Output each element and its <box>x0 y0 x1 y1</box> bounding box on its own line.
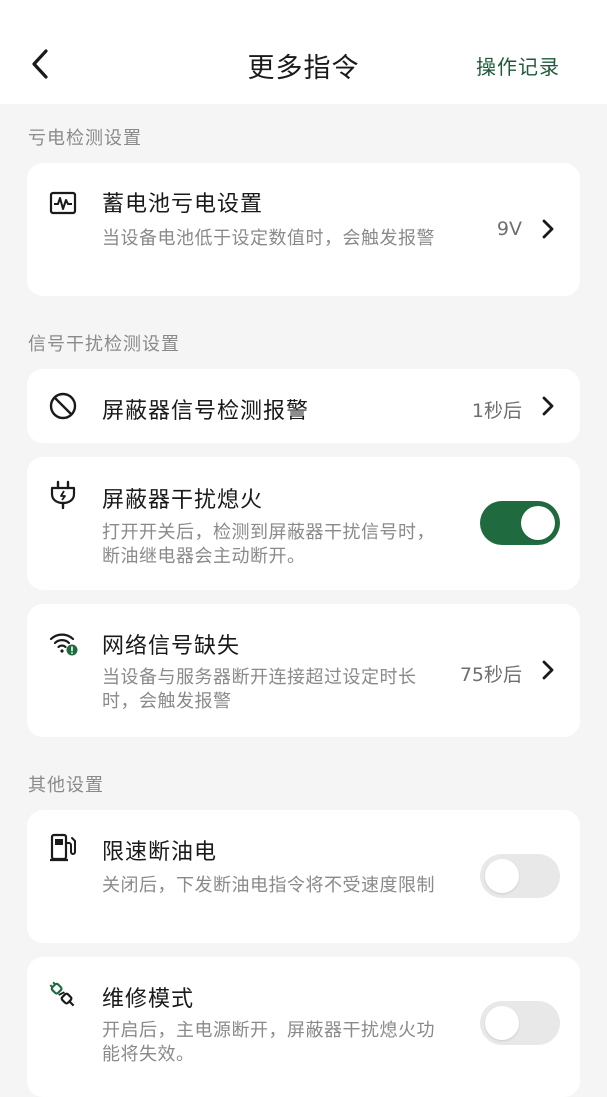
chevron-right-icon <box>540 659 556 681</box>
section-title-battery: 亏电检测设置 <box>28 128 142 149</box>
unplug-icon <box>47 979 79 1011</box>
card-title: 维修模式 <box>102 987 195 1012</box>
chevron-right-icon <box>540 395 556 417</box>
toggle-knob <box>485 1006 519 1040</box>
speed-limit-cutoff-toggle[interactable] <box>480 854 560 898</box>
section-title-other: 其他设置 <box>28 775 104 796</box>
card-title: 网络信号缺失 <box>102 634 241 659</box>
battery-pulse-icon <box>47 187 79 219</box>
card-title: 屏蔽器干扰熄火 <box>102 488 264 513</box>
jammer-delay-value: 1秒后 <box>471 400 522 422</box>
card-description: 当设备与服务器断开连接超过设定时长时，会触发报警 <box>102 667 417 712</box>
network-signal-loss-card[interactable]: 网络信号缺失 当设备与服务器断开连接超过设定时长时，会触发报警 75秒后 <box>27 604 580 737</box>
chevron-right-icon <box>540 218 556 240</box>
wifi-alert-icon <box>47 626 79 658</box>
jammer-shutdown-toggle[interactable] <box>480 501 560 545</box>
card-description: 打开开关后，检测到屏蔽器干扰信号时，断油继电器会主动断开。 <box>102 522 435 567</box>
card-title: 限速断油电 <box>102 840 218 865</box>
toggle-knob <box>521 506 555 540</box>
speed-limit-cutoff-card: 限速断油电 关闭后，下发断油电指令将不受速度限制 <box>27 810 580 943</box>
card-description: 开启后，主电源断开，屏蔽器干扰熄火功能将失效。 <box>102 1020 435 1065</box>
fuel-pump-icon <box>47 832 79 864</box>
maintenance-mode-toggle[interactable] <box>480 1001 560 1045</box>
battery-low-setting-card[interactable]: 蓄电池亏电设置 当设备电池低于设定数值时，会触发报警 9V <box>27 163 580 296</box>
plug-bolt-icon <box>47 479 79 511</box>
maintenance-mode-card: 维修模式 开启后，主电源断开，屏蔽器干扰熄火功能将失效。 <box>27 957 580 1097</box>
network-loss-delay-value: 75秒后 <box>459 664 522 686</box>
card-title: 屏蔽器信号检测报警 <box>102 399 310 424</box>
operation-log-link[interactable]: 操作记录 <box>476 51 560 80</box>
prohibit-icon <box>47 390 79 422</box>
card-title: 蓄电池亏电设置 <box>102 192 264 217</box>
jammer-signal-alarm-card[interactable]: 屏蔽器信号检测报警 1秒后 <box>27 369 580 443</box>
header-bar: 更多指令 操作记录 <box>0 0 607 104</box>
jammer-shutdown-card: 屏蔽器干扰熄火 打开开关后，检测到屏蔽器干扰信号时，断油继电器会主动断开。 <box>27 457 580 590</box>
battery-threshold-value: 9V <box>496 218 522 240</box>
card-description: 关闭后，下发断油电指令将不受速度限制 <box>102 875 435 896</box>
card-description: 当设备电池低于设定数值时，会触发报警 <box>102 228 435 249</box>
toggle-knob <box>485 859 519 893</box>
section-title-signal: 信号干扰检测设置 <box>28 334 180 355</box>
